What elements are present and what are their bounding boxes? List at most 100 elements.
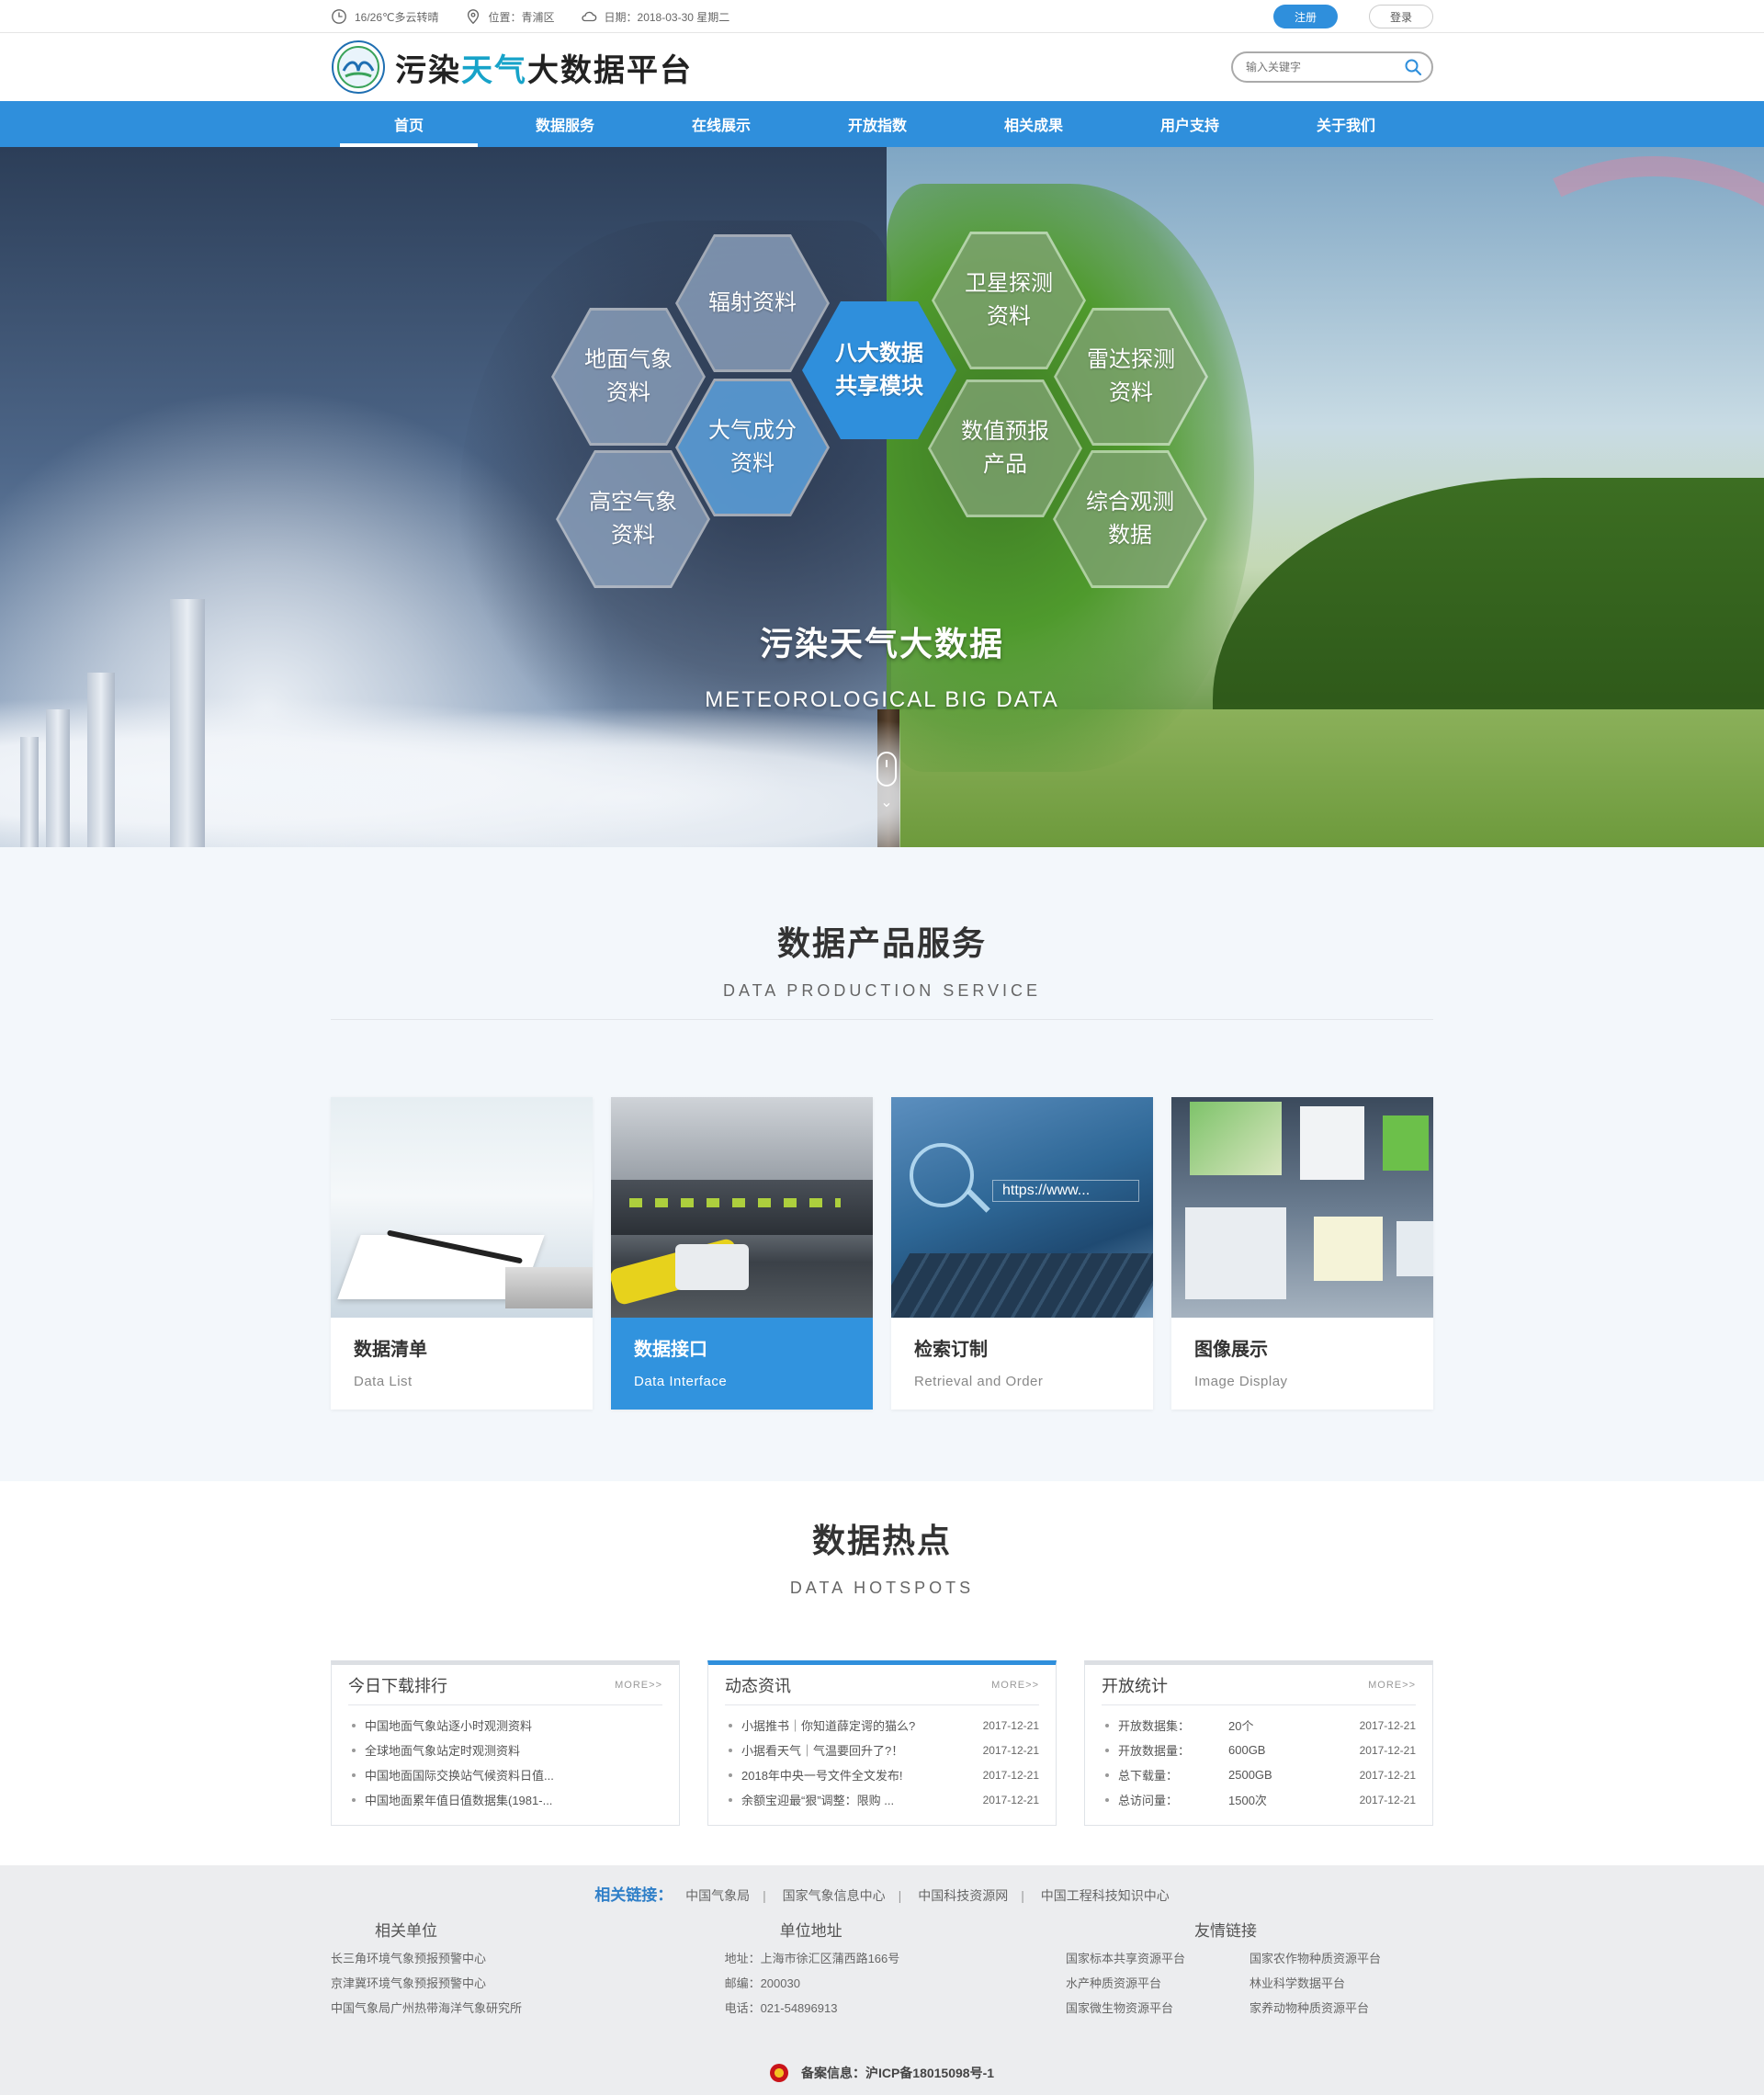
stat-date: 2017-12-21 bbox=[1359, 1793, 1416, 1806]
login-button[interactable]: 登录 bbox=[1369, 5, 1433, 28]
stat-row: 总下载量： 2500GB 2017-12-21 bbox=[1102, 1762, 1416, 1787]
column-title: 友情链接 bbox=[1194, 1922, 1257, 1940]
logo-emblem-icon bbox=[332, 40, 385, 94]
stat-value: 20个 bbox=[1228, 1719, 1254, 1733]
data-service-section: 数据产品服务 DATA PRODUCTION SERVICE 数据清单 Data… bbox=[0, 847, 1764, 1481]
nav-user-support[interactable]: 用户支持 bbox=[1112, 101, 1268, 147]
nav-online-display[interactable]: 在线展示 bbox=[643, 101, 799, 147]
list-item[interactable]: 2018年中央一号文件全文发布! 2017-12-21 bbox=[725, 1762, 1039, 1787]
panel-title: 今日下载排行 bbox=[348, 1676, 447, 1695]
footer-link[interactable]: 国家农作物种质资源平台 bbox=[1250, 1946, 1433, 1971]
stat-row: 开放数据量： 600GB 2017-12-21 bbox=[1102, 1738, 1416, 1762]
list-item-text[interactable]: 小据推书｜你知道薛定谔的猫么? bbox=[741, 1716, 966, 1734]
phone-line: 电话：021-54896913 bbox=[724, 2001, 838, 2015]
location-text: 位置：青浦区 bbox=[488, 10, 555, 24]
weather-text: 16/26℃多云转晴 bbox=[355, 10, 439, 24]
service-title: 数据产品服务 bbox=[776, 924, 987, 962]
url-bar-text: https://www... bbox=[992, 1180, 1139, 1202]
footer-link[interactable]: 家养动物种质资源平台 bbox=[1250, 1996, 1433, 2021]
list-item-text[interactable]: 小据看天气｜气温要回升了?！ bbox=[741, 1741, 966, 1759]
weather-info: 16/26℃多云转晴 bbox=[331, 8, 439, 25]
site-logo[interactable]: 污染天气大数据平台 bbox=[331, 40, 693, 95]
nav-data-service[interactable]: 数据服务 bbox=[487, 101, 643, 147]
hotspots-title: 数据热点 bbox=[811, 1522, 952, 1559]
footer-link[interactable]: 林业科学数据平台 bbox=[1250, 1971, 1433, 1996]
footer-link[interactable]: 国家标本共享资源平台 bbox=[1066, 1946, 1250, 1971]
register-button[interactable]: 注册 bbox=[1273, 5, 1338, 28]
footer-link[interactable]: 国家微生物资源平台 bbox=[1066, 1996, 1250, 2021]
hex-label: 八大数据 共享模块 bbox=[835, 341, 923, 399]
green-tree-image bbox=[887, 184, 1254, 772]
more-link[interactable]: MORE>> bbox=[615, 1680, 662, 1691]
list-item[interactable]: 中国地面气象站逐小时观测资料 bbox=[348, 1713, 662, 1738]
list-item[interactable]: 全球地面气象站定时观测资料 bbox=[348, 1738, 662, 1762]
list-item[interactable]: 余额宝迎最“狠”调整：限购 ... 2017-12-21 bbox=[725, 1787, 1039, 1812]
monitor-wall-image bbox=[1171, 1097, 1433, 1318]
list-item[interactable]: 小据推书｜你知道薛定谔的猫么? 2017-12-21 bbox=[725, 1713, 1039, 1738]
card-subtitle: Data List bbox=[354, 1374, 413, 1389]
network-switch-image bbox=[611, 1097, 873, 1318]
stat-label: 总下载量： bbox=[1118, 1769, 1179, 1783]
logo-title: 污染天气大数据平台 bbox=[395, 45, 693, 90]
list-item-date: 2017-12-21 bbox=[982, 1718, 1039, 1732]
list-item[interactable]: 小据看天气｜气温要回升了?！ 2017-12-21 bbox=[725, 1738, 1039, 1762]
hotspots-subtitle: DATA HOTSPOTS bbox=[789, 1579, 975, 1597]
panel-open-stats: 开放统计 MORE>> 开放数据集： 20个 2017-12-21 开放数据量： 60… bbox=[1084, 1660, 1433, 1826]
footer-link[interactable]: 中国科技资源网 bbox=[918, 1888, 1008, 1903]
nav-home[interactable]: 首页 bbox=[331, 101, 487, 147]
search-icon[interactable] bbox=[1404, 58, 1422, 76]
top-info-bar: 16/26℃多云转晴 位置：青浦区 日期：2018-03-30 星期二 注册 登… bbox=[0, 0, 1764, 33]
nav-open-index[interactable]: 开放指数 bbox=[799, 101, 956, 147]
chevron-down-icon[interactable]: ⌄ bbox=[879, 796, 894, 810]
column-title: 单位地址 bbox=[779, 1922, 842, 1940]
location-pin-icon bbox=[467, 9, 479, 25]
stat-row: 开放数据集： 20个 2017-12-21 bbox=[1102, 1713, 1416, 1738]
card-subtitle: Image Display bbox=[1194, 1374, 1288, 1389]
list-item-text[interactable]: 中国地面累年值日值数据集(1981-... bbox=[365, 1791, 662, 1808]
icp-record: 备案信息：沪ICP备18015098号-1 bbox=[0, 2064, 1764, 2082]
search-input[interactable] bbox=[1246, 61, 1404, 74]
list-item-text[interactable]: 中国地面国际交换站气候资料日值... bbox=[365, 1766, 662, 1784]
list-item-text[interactable]: 余额宝迎最“狠”调整：限购 ... bbox=[741, 1791, 966, 1808]
more-link[interactable]: MORE>> bbox=[991, 1680, 1039, 1691]
stat-label: 开放数据量： bbox=[1118, 1744, 1191, 1758]
service-subtitle: DATA PRODUCTION SERVICE bbox=[722, 981, 1042, 1000]
more-link[interactable]: MORE>> bbox=[1368, 1680, 1416, 1691]
footer-link[interactable]: 中国气象局广州热带海洋气象研究所 bbox=[331, 1996, 725, 2021]
card-title: 检索订制 bbox=[914, 1340, 988, 1360]
logo-title-part1: 污染 bbox=[395, 52, 461, 88]
nav-about-us[interactable]: 关于我们 bbox=[1268, 101, 1424, 147]
footer-link[interactable]: 中国工程科技知识中心 bbox=[1041, 1888, 1170, 1903]
card-retrieval-order[interactable]: https://www... 检索订制 Retrieval and Order bbox=[891, 1097, 1153, 1410]
police-emblem-icon bbox=[769, 2064, 788, 2082]
stat-label: 开放数据集： bbox=[1118, 1719, 1191, 1733]
stat-value: 1500次 bbox=[1228, 1794, 1267, 1807]
friendly-links: 友情链接 国家标本共享资源平台 国家农作物种质资源平台 水产种质资源平台 林业科… bbox=[1066, 1918, 1433, 2021]
list-item[interactable]: 中国地面国际交换站气候资料日值... bbox=[348, 1762, 662, 1787]
card-data-interface[interactable]: 数据接口 Data Interface bbox=[611, 1097, 873, 1410]
panel-download-ranking: 今日下载排行 MORE>> 中国地面气象站逐小时观测资料 全球地面气象站定时观测… bbox=[331, 1660, 680, 1826]
hex-label: 雷达探测 资料 bbox=[1087, 347, 1175, 405]
icp-text[interactable]: 备案信息：沪ICP备18015098号-1 bbox=[801, 2064, 994, 2082]
panel-title: 开放统计 bbox=[1102, 1676, 1168, 1695]
card-image-display[interactable]: 图像展示 Image Display bbox=[1171, 1097, 1433, 1410]
list-item-text[interactable]: 2018年中央一号文件全文发布! bbox=[741, 1766, 966, 1784]
footer-link[interactable]: 京津冀环境气象预报预警中心 bbox=[331, 1971, 725, 1996]
site-header: 污染天气大数据平台 bbox=[0, 33, 1764, 101]
list-item-text[interactable]: 中国地面气象站逐小时观测资料 bbox=[365, 1716, 662, 1734]
hex-label: 高空气象 资料 bbox=[589, 490, 677, 548]
footer-link[interactable]: 中国气象局 bbox=[685, 1888, 750, 1903]
footer-link[interactable]: 水产种质资源平台 bbox=[1066, 1971, 1250, 1996]
list-item-date: 2017-12-21 bbox=[982, 1743, 1039, 1757]
nav-achievements[interactable]: 相关成果 bbox=[956, 101, 1112, 147]
column-title: 相关单位 bbox=[375, 1922, 437, 1940]
footer-link[interactable]: 国家气象信息中心 bbox=[783, 1888, 886, 1903]
card-data-list[interactable]: 数据清单 Data List bbox=[331, 1097, 593, 1410]
footer-link[interactable]: 长三角环境气象预报预警中心 bbox=[331, 1946, 725, 1971]
list-item[interactable]: 中国地面累年值日值数据集(1981-... bbox=[348, 1787, 662, 1812]
document-pen-image bbox=[331, 1097, 593, 1318]
search-box bbox=[1231, 51, 1433, 83]
chimney-image bbox=[20, 737, 39, 847]
scroll-mouse-icon[interactable] bbox=[876, 752, 897, 787]
list-item-text[interactable]: 全球地面气象站定时观测资料 bbox=[365, 1741, 662, 1759]
